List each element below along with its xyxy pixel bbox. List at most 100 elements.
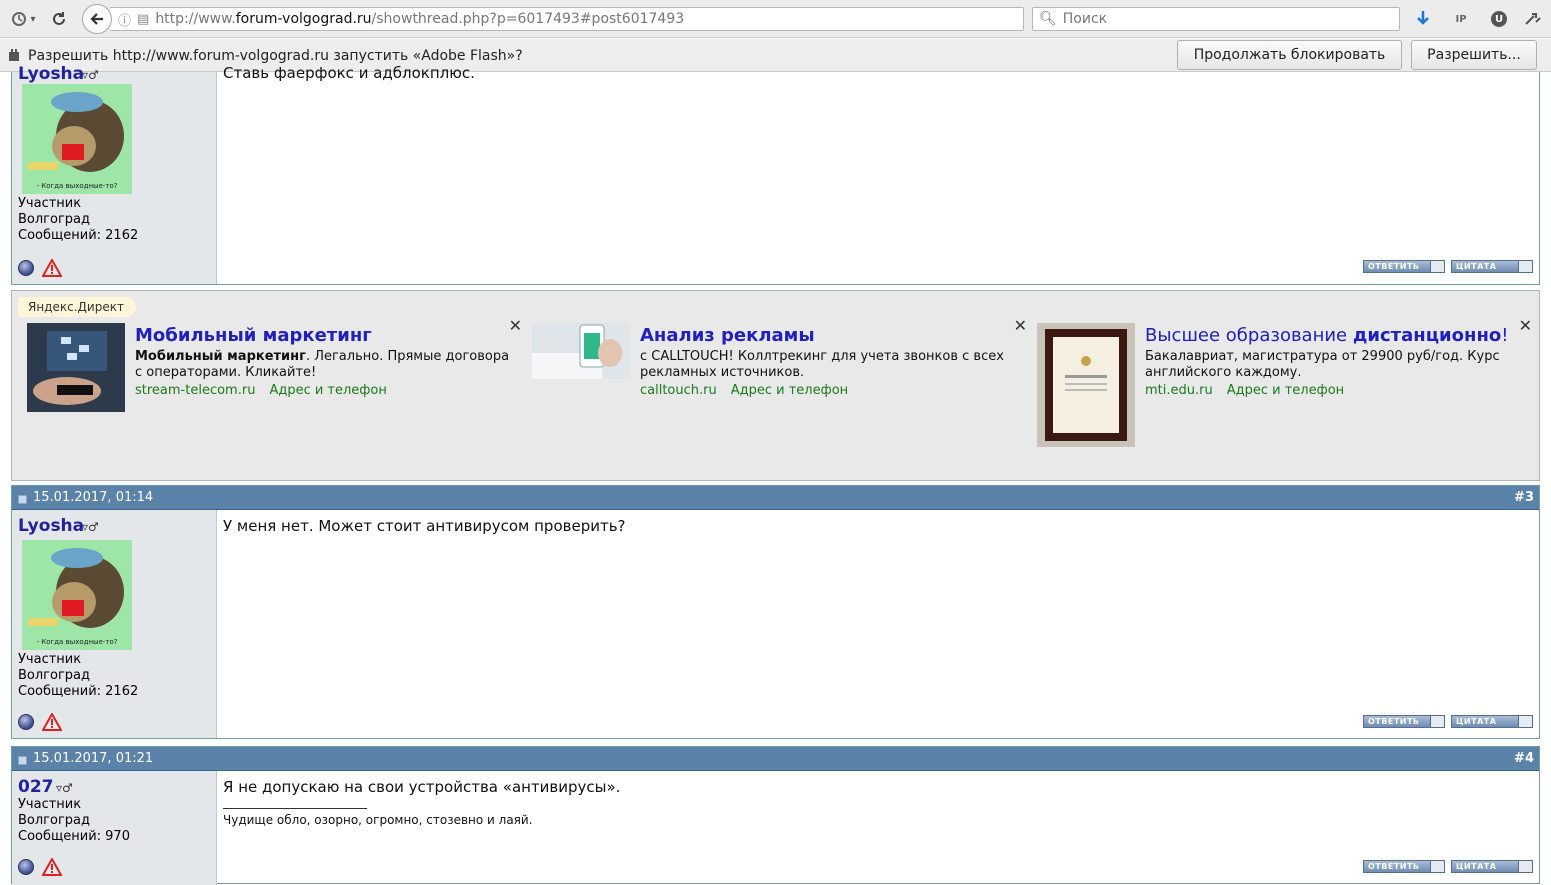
ad-title-bold: дистанционно (1352, 325, 1502, 346)
ad-item[interactable]: Мобильный маркетинг Мобильный маркетинг.… (27, 316, 522, 473)
offline-gender-icon: ▿♂ (56, 781, 73, 795)
quote-label: ЦИТАТА (1456, 262, 1497, 271)
ads-label[interactable]: Яндекс.Директ (18, 297, 136, 317)
avatar: - Когда выходные-то? (22, 540, 132, 650)
post-actions: ОТВЕТИТЬ ЦИТАТА (1363, 715, 1533, 728)
url-path: /showthread.php?p=6017493#post6017493 (371, 11, 685, 27)
tools-icon[interactable] (1522, 8, 1544, 30)
search-input[interactable]: 🔍︎ Поиск (1032, 7, 1400, 31)
report-warning-icon[interactable] (42, 259, 62, 277)
user-city: Волгоград (18, 668, 91, 683)
reload-icon[interactable] (46, 6, 72, 32)
ad-item[interactable]: Высшее образование дистанционно! Бакалав… (1037, 316, 1532, 473)
ad-desc-bold: Мобильный маркетинг (135, 349, 306, 364)
ad-image-phone[interactable] (532, 323, 630, 379)
allow-flash-button[interactable]: Разрешить... (1411, 40, 1537, 70)
user-role: Участник (18, 196, 82, 211)
ad-address-link[interactable]: Адрес и телефон (1227, 383, 1344, 398)
ad-address-link[interactable]: Адрес и телефон (269, 383, 386, 398)
page-icon: ▤ (137, 11, 150, 27)
quote-button[interactable]: ЦИТАТА (1451, 715, 1533, 728)
post-status-icon (18, 495, 27, 504)
forum-post-3: 15.01.2017, 01:14 #3 Lyosha ▿♂ - Когда в… (11, 485, 1540, 739)
ad-title-text: Высшее образование (1145, 325, 1353, 346)
avatar-caption: - Когда выходные-то? (37, 638, 118, 646)
ad-title-text: Анализ рекламы (640, 325, 815, 346)
ad-description: Бакалавриат, магистратура от 29900 руб/г… (1145, 349, 1500, 380)
status-orb-icon[interactable] (18, 859, 34, 875)
reply-button[interactable]: ОТВЕТИТЬ (1363, 715, 1445, 728)
post-username[interactable]: Lyosha (18, 64, 84, 84)
ad-address-link[interactable]: Адрес и телефон (731, 383, 848, 398)
quote-icon (1518, 861, 1532, 872)
ad-title[interactable]: Высшее образование дистанционно! (1145, 325, 1508, 346)
search-placeholder: Поиск (1062, 11, 1108, 27)
user-city: Волгоград (18, 212, 91, 227)
close-icon[interactable]: ✕ (509, 316, 522, 335)
status-orb-icon[interactable] (18, 714, 34, 730)
offline-gender-icon: ▿♂ (82, 68, 99, 82)
keep-blocking-button[interactable]: Продолжать блокировать (1177, 40, 1402, 70)
post-message: У меня нет. Может стоит антивирусом пров… (223, 517, 626, 535)
ublock-icon[interactable]: U (1488, 8, 1510, 30)
user-role: Участник (18, 652, 82, 667)
ad-title-end: ! (1501, 325, 1509, 346)
url-prefix: http://www. (155, 11, 236, 27)
ad-domain-link[interactable]: calltouch.ru (640, 383, 717, 398)
avatar-caption: - Когда выходные-то? (37, 182, 118, 190)
post-number-link[interactable]: #4 (1514, 751, 1534, 766)
post-user-icons (18, 713, 62, 731)
post-user-info: Участник Волгоград Сообщений: 2162 (18, 652, 138, 700)
ad-description: с CALLTOUCH! Коллтрекинг для учета звонк… (640, 349, 1004, 380)
back-button[interactable] (82, 4, 112, 34)
close-icon[interactable]: ✕ (1014, 316, 1027, 335)
status-orb-icon[interactable] (18, 260, 34, 276)
yandex-direct-ads: Яндекс.Директ Мобильный маркетинг Мобиль… (11, 290, 1540, 481)
ad-title[interactable]: Мобильный маркетинг (135, 325, 372, 346)
ad-domain-link[interactable]: stream-telecom.ru (135, 383, 255, 398)
offline-gender-icon: ▿♂ (82, 520, 99, 534)
ad-links: mti.edu.ru Адрес и телефон (1145, 383, 1344, 398)
envelope-icon (1430, 261, 1444, 272)
chevron-down-icon[interactable]: ▾ (20, 6, 46, 32)
post-user-column: Lyosha ▿♂ - Когда выходные-то? Участник … (12, 64, 217, 284)
reply-button[interactable]: ОТВЕТИТЬ (1363, 260, 1445, 273)
post-number-link[interactable]: #3 (1514, 490, 1534, 505)
ad-description: Мобильный маркетинг. Легально. Прямые до… (135, 349, 520, 381)
post-message-column: Ставь фаерфокс и адблокплюс. ОТВЕТИТЬ ЦИ… (217, 64, 1539, 284)
post-signature: Чудище обло, озорно, огромно, стозевно и… (223, 813, 533, 827)
quote-icon (1518, 261, 1532, 272)
post-message-column: У меня нет. Может стоит антивирусом пров… (217, 510, 1539, 738)
url-bar[interactable]: ⓘ ▤ http://www. forum-volgograd.ru/showth… (110, 7, 1024, 31)
ad-domain-link[interactable]: mti.edu.ru (1145, 383, 1213, 398)
post-username[interactable]: 027 (18, 777, 54, 797)
ad-image-mobile[interactable] (27, 323, 125, 412)
close-icon[interactable]: ✕ (1519, 316, 1532, 335)
report-warning-icon[interactable] (42, 858, 62, 876)
post-user-info: Участник Волгоград Сообщений: 2162 (18, 196, 138, 244)
forum-post-top: Lyosha ▿♂ - Когда выходные-то? Участник … (11, 64, 1540, 285)
post-message-column: Я не допускаю на свои устройства «антиви… (217, 771, 1539, 885)
post-date: 15.01.2017, 01:14 (33, 490, 154, 505)
plugin-icon (9, 49, 19, 61)
flash-message: Разрешить http://www.forum-volgograd.ru … (28, 48, 523, 64)
ad-title[interactable]: Анализ рекламы (640, 325, 815, 346)
reply-button[interactable]: ОТВЕТИТЬ (1363, 860, 1445, 873)
post-message: Ставь фаерфокс и адблокплюс. (223, 64, 475, 82)
ad-item[interactable]: Анализ рекламы с CALLTOUCH! Коллтрекинг … (532, 316, 1027, 473)
info-icon[interactable]: ⓘ (118, 10, 131, 29)
url-host: forum-volgograd.ru (235, 11, 372, 27)
ip-extension-icon[interactable]: IP (1450, 8, 1472, 30)
ad-image-diploma[interactable] (1037, 323, 1135, 447)
forum-post-4: 15.01.2017, 01:21 #4 027 ▿♂ Участник Вол… (11, 746, 1540, 885)
report-warning-icon[interactable] (42, 713, 62, 731)
quote-button[interactable]: ЦИТАТА (1451, 260, 1533, 273)
search-icon: 🔍︎ (1039, 11, 1057, 27)
post-actions: ОТВЕТИТЬ ЦИТАТА (1363, 860, 1533, 873)
quote-icon (1518, 716, 1532, 727)
quote-button[interactable]: ЦИТАТА (1451, 860, 1533, 873)
post-username[interactable]: Lyosha (18, 516, 84, 536)
arrow-left-icon (90, 13, 103, 25)
ad-title-text: Мобильный маркетинг (135, 325, 372, 346)
download-icon[interactable] (1412, 8, 1434, 30)
